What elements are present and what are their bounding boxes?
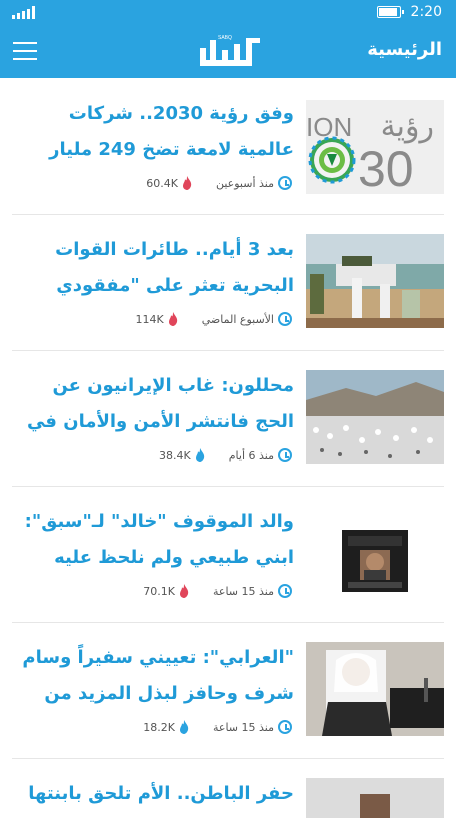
views-count: 70.1K bbox=[143, 584, 175, 598]
article-time: الأسبوع الماضي bbox=[201, 312, 274, 326]
clock-icon bbox=[278, 584, 292, 598]
article-card[interactable]: حفر الباطن.. الأم تلحق بابنتها بنيران bbox=[12, 758, 444, 838]
article-thumbnail bbox=[342, 530, 408, 592]
hajj-crowd-photo bbox=[306, 370, 444, 464]
status-time: 2:20 bbox=[410, 4, 442, 20]
flame-icon bbox=[168, 312, 177, 326]
article-card[interactable]: بعد 3 أيام.. طائرات القوات البحرية تعثر … bbox=[12, 214, 444, 351]
article-meta: الأسبوع الماضي 114K bbox=[136, 310, 292, 328]
clock-icon bbox=[278, 448, 292, 462]
svg-text:SABQ: SABQ bbox=[218, 35, 232, 41]
article-thumbnail bbox=[306, 778, 444, 818]
flame-icon bbox=[182, 176, 192, 190]
vision-year: 30 bbox=[358, 141, 414, 194]
article-thumbnail bbox=[306, 642, 444, 736]
status-bar: 2:20 bbox=[0, 0, 456, 26]
app-header: SABQ الرئيسية bbox=[0, 26, 456, 78]
article-time: منذ أسبوعين bbox=[215, 176, 274, 190]
ambassador-photo bbox=[306, 642, 444, 736]
views-count: 38.4K bbox=[159, 448, 191, 462]
vision-2030-logo: رؤية ION 30 bbox=[306, 100, 444, 194]
article-meta: منذ أسبوعين 60.4K bbox=[146, 174, 292, 192]
article-title[interactable]: "العرابي": تعييني سفيراً وسام شرف وحافز … bbox=[12, 640, 294, 712]
sabq-logo: SABQ bbox=[200, 35, 260, 66]
flame-icon bbox=[195, 448, 204, 462]
clock-icon bbox=[278, 720, 292, 734]
clock-icon bbox=[278, 176, 292, 190]
views-count: 114K bbox=[135, 312, 164, 326]
vision-word: رؤية bbox=[381, 109, 434, 144]
article-thumbnail bbox=[306, 370, 444, 464]
views-count: 18.2K bbox=[143, 720, 175, 734]
article-card[interactable]: "العرابي": تعييني سفيراً وسام شرف وحافز … bbox=[12, 622, 444, 759]
article-meta: منذ 15 ساعة 18.2K bbox=[143, 718, 292, 736]
clock-icon bbox=[278, 312, 292, 326]
article-title[interactable]: وفق رؤية 2030.. شركات عالمية لامعة تضخ 2… bbox=[12, 96, 294, 168]
article-views: 18.2K bbox=[143, 720, 189, 734]
article-thumbnail: رؤية ION 30 bbox=[306, 100, 444, 194]
article-title[interactable]: بعد 3 أيام.. طائرات القوات البحرية تعثر … bbox=[12, 232, 294, 304]
suspect-photo bbox=[342, 530, 408, 592]
article-title[interactable]: حفر الباطن.. الأم تلحق بابنتها بنيران bbox=[12, 776, 294, 812]
signal-icon bbox=[12, 6, 35, 19]
article-title[interactable]: والد الموقوف "خالد" لـ"سبق": ابني طبيعي … bbox=[12, 504, 294, 576]
flame-icon bbox=[179, 720, 189, 734]
article-meta: منذ 6 أيام 38.4K bbox=[159, 446, 292, 464]
views-count: 60.4K bbox=[146, 176, 178, 190]
article-photo bbox=[306, 778, 444, 818]
article-time: منذ 15 ساعة bbox=[212, 584, 274, 598]
article-views: 114K bbox=[136, 312, 178, 326]
page-title[interactable]: الرئيسية bbox=[367, 39, 442, 60]
article-title[interactable]: محللون: غاب الإيرانيون عن الحج فانتشر ال… bbox=[12, 368, 294, 440]
article-thumbnail bbox=[306, 234, 444, 328]
boat-rescue-photo bbox=[306, 234, 444, 328]
vision-letters: ION bbox=[306, 112, 352, 142]
article-card[interactable]: رؤية ION 30 وفق رؤية 2030.. شركات عالمية… bbox=[12, 78, 444, 215]
flame-icon bbox=[179, 584, 189, 598]
article-card[interactable]: محللون: غاب الإيرانيون عن الحج فانتشر ال… bbox=[12, 350, 444, 487]
article-time: منذ 15 ساعة bbox=[212, 720, 274, 734]
article-views: 60.4K bbox=[146, 176, 192, 190]
battery-icon bbox=[377, 6, 404, 18]
article-meta: منذ 15 ساعة 70.1K bbox=[143, 582, 292, 600]
article-views: 70.1K bbox=[143, 584, 189, 598]
article-time: منذ 6 أيام bbox=[228, 448, 274, 462]
article-views: 38.4K bbox=[159, 448, 205, 462]
article-card[interactable]: والد الموقوف "خالد" لـ"سبق": ابني طبيعي … bbox=[12, 486, 444, 623]
hamburger-menu-icon[interactable] bbox=[13, 42, 37, 60]
